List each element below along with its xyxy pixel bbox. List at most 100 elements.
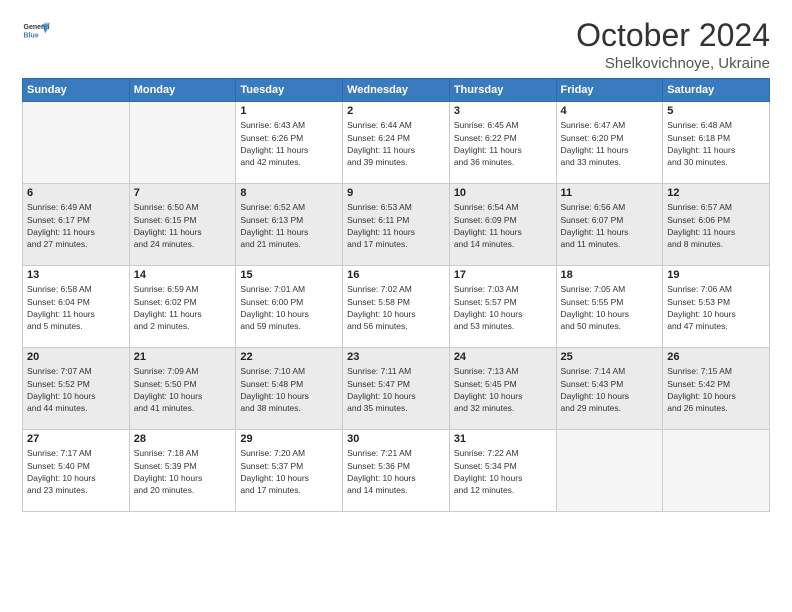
day-info: Sunrise: 6:54 AM Sunset: 6:09 PM Dayligh…	[454, 201, 552, 250]
calendar-cell: 17 Sunrise: 7:03 AM Sunset: 5:57 PM Dayli…	[449, 266, 556, 348]
calendar-cell: 16 Sunrise: 7:02 AM Sunset: 5:58 PM Dayli…	[343, 266, 450, 348]
calendar-cell: 23 Sunrise: 7:11 AM Sunset: 5:47 PM Dayli…	[343, 348, 450, 430]
day-info: Sunrise: 6:50 AM Sunset: 6:15 PM Dayligh…	[134, 201, 232, 250]
day-info: Sunrise: 7:09 AM Sunset: 5:50 PM Dayligh…	[134, 365, 232, 414]
day-number: 19	[667, 269, 765, 281]
day-info: Sunrise: 6:53 AM Sunset: 6:11 PM Dayligh…	[347, 201, 445, 250]
col-sunday: Sunday	[23, 79, 130, 102]
day-info: Sunrise: 6:57 AM Sunset: 6:06 PM Dayligh…	[667, 201, 765, 250]
calendar-cell: 14 Sunrise: 6:59 AM Sunset: 6:02 PM Dayli…	[129, 266, 236, 348]
calendar-cell: 13 Sunrise: 6:58 AM Sunset: 6:04 PM Dayli…	[23, 266, 130, 348]
page: General Blue October 2024 Shelkovichnoye…	[0, 0, 792, 612]
calendar-cell: 1Sunrise: 6:43 AM Sunset: 6:26 PM Daylig…	[236, 102, 343, 184]
day-number: 30	[347, 433, 445, 445]
day-number: 11	[561, 187, 659, 199]
calendar-cell: 7 Sunrise: 6:50 AM Sunset: 6:15 PM Daylig…	[129, 184, 236, 266]
day-number: 24	[454, 351, 552, 363]
day-info: Sunrise: 7:21 AM Sunset: 5:36 PM Dayligh…	[347, 447, 445, 496]
calendar-week-4: 27 Sunrise: 7:17 AM Sunset: 5:40 PM Dayli…	[23, 430, 770, 512]
day-number: 3	[454, 105, 552, 117]
calendar-week-0: 1Sunrise: 6:43 AM Sunset: 6:26 PM Daylig…	[23, 102, 770, 184]
calendar-cell: 15Sunrise: 7:01 AM Sunset: 6:00 PM Dayli…	[236, 266, 343, 348]
day-number: 10	[454, 187, 552, 199]
svg-text:Blue: Blue	[24, 32, 39, 39]
day-number: 28	[134, 433, 232, 445]
day-number: 5	[667, 105, 765, 117]
day-number: 31	[454, 433, 552, 445]
day-number: 27	[27, 433, 125, 445]
calendar-cell	[129, 102, 236, 184]
col-monday: Monday	[129, 79, 236, 102]
day-number: 25	[561, 351, 659, 363]
calendar-cell: 3 Sunrise: 6:45 AM Sunset: 6:22 PM Daylig…	[449, 102, 556, 184]
day-info: Sunrise: 7:20 AM Sunset: 5:37 PM Dayligh…	[240, 447, 338, 496]
calendar-cell: 26Sunrise: 7:15 AM Sunset: 5:42 PM Dayli…	[663, 348, 770, 430]
day-number: 22	[240, 351, 338, 363]
day-info: Sunrise: 7:11 AM Sunset: 5:47 PM Dayligh…	[347, 365, 445, 414]
day-number: 13	[27, 269, 125, 281]
day-info: Sunrise: 7:14 AM Sunset: 5:43 PM Dayligh…	[561, 365, 659, 414]
calendar-cell: 30 Sunrise: 7:21 AM Sunset: 5:36 PM Dayli…	[343, 430, 450, 512]
day-number: 4	[561, 105, 659, 117]
calendar-cell: 24 Sunrise: 7:13 AM Sunset: 5:45 PM Dayli…	[449, 348, 556, 430]
col-saturday: Saturday	[663, 79, 770, 102]
day-number: 29	[240, 433, 338, 445]
calendar-cell: 22Sunrise: 7:10 AM Sunset: 5:48 PM Dayli…	[236, 348, 343, 430]
day-info: Sunrise: 7:07 AM Sunset: 5:52 PM Dayligh…	[27, 365, 125, 414]
calendar-week-3: 20 Sunrise: 7:07 AM Sunset: 5:52 PM Dayli…	[23, 348, 770, 430]
calendar-cell: 27 Sunrise: 7:17 AM Sunset: 5:40 PM Dayli…	[23, 430, 130, 512]
day-info: Sunrise: 6:43 AM Sunset: 6:26 PM Dayligh…	[240, 119, 338, 168]
day-number: 18	[561, 269, 659, 281]
day-info: Sunrise: 6:45 AM Sunset: 6:22 PM Dayligh…	[454, 119, 552, 168]
header-row: Sunday Monday Tuesday Wednesday Thursday…	[23, 79, 770, 102]
day-info: Sunrise: 7:03 AM Sunset: 5:57 PM Dayligh…	[454, 283, 552, 332]
title-block: October 2024 Shelkovichnoye, Ukraine	[576, 18, 770, 72]
day-number: 14	[134, 269, 232, 281]
day-info: Sunrise: 7:06 AM Sunset: 5:53 PM Dayligh…	[667, 283, 765, 332]
day-number: 23	[347, 351, 445, 363]
col-friday: Friday	[556, 79, 663, 102]
day-info: Sunrise: 6:49 AM Sunset: 6:17 PM Dayligh…	[27, 201, 125, 250]
day-number: 8	[240, 187, 338, 199]
calendar-cell	[23, 102, 130, 184]
calendar-cell	[663, 430, 770, 512]
logo: General Blue	[22, 18, 50, 46]
day-info: Sunrise: 6:47 AM Sunset: 6:20 PM Dayligh…	[561, 119, 659, 168]
day-number: 16	[347, 269, 445, 281]
calendar-table: Sunday Monday Tuesday Wednesday Thursday…	[22, 78, 770, 512]
calendar-subtitle: Shelkovichnoye, Ukraine	[576, 55, 770, 72]
day-number: 17	[454, 269, 552, 281]
day-info: Sunrise: 7:15 AM Sunset: 5:42 PM Dayligh…	[667, 365, 765, 414]
day-number: 20	[27, 351, 125, 363]
calendar-cell	[556, 430, 663, 512]
calendar-week-2: 13 Sunrise: 6:58 AM Sunset: 6:04 PM Dayli…	[23, 266, 770, 348]
day-number: 6	[27, 187, 125, 199]
calendar-week-1: 6 Sunrise: 6:49 AM Sunset: 6:17 PM Daylig…	[23, 184, 770, 266]
day-number: 21	[134, 351, 232, 363]
col-tuesday: Tuesday	[236, 79, 343, 102]
col-wednesday: Wednesday	[343, 79, 450, 102]
calendar-cell: 21 Sunrise: 7:09 AM Sunset: 5:50 PM Dayli…	[129, 348, 236, 430]
calendar-cell: 31 Sunrise: 7:22 AM Sunset: 5:34 PM Dayli…	[449, 430, 556, 512]
day-info: Sunrise: 7:18 AM Sunset: 5:39 PM Dayligh…	[134, 447, 232, 496]
day-info: Sunrise: 7:02 AM Sunset: 5:58 PM Dayligh…	[347, 283, 445, 332]
day-info: Sunrise: 7:05 AM Sunset: 5:55 PM Dayligh…	[561, 283, 659, 332]
logo-icon: General Blue	[22, 18, 50, 46]
calendar-title: October 2024	[576, 18, 770, 53]
calendar-cell: 20 Sunrise: 7:07 AM Sunset: 5:52 PM Dayli…	[23, 348, 130, 430]
day-info: Sunrise: 6:58 AM Sunset: 6:04 PM Dayligh…	[27, 283, 125, 332]
calendar-cell: 9 Sunrise: 6:53 AM Sunset: 6:11 PM Daylig…	[343, 184, 450, 266]
calendar-cell: 29 Sunrise: 7:20 AM Sunset: 5:37 PM Dayli…	[236, 430, 343, 512]
calendar-cell: 28 Sunrise: 7:18 AM Sunset: 5:39 PM Dayli…	[129, 430, 236, 512]
day-info: Sunrise: 7:22 AM Sunset: 5:34 PM Dayligh…	[454, 447, 552, 496]
day-info: Sunrise: 7:13 AM Sunset: 5:45 PM Dayligh…	[454, 365, 552, 414]
day-number: 12	[667, 187, 765, 199]
col-thursday: Thursday	[449, 79, 556, 102]
calendar-cell: 4 Sunrise: 6:47 AM Sunset: 6:20 PM Daylig…	[556, 102, 663, 184]
day-number: 9	[347, 187, 445, 199]
header: General Blue October 2024 Shelkovichnoye…	[22, 18, 770, 72]
day-info: Sunrise: 6:59 AM Sunset: 6:02 PM Dayligh…	[134, 283, 232, 332]
day-info: Sunrise: 7:01 AM Sunset: 6:00 PM Dayligh…	[240, 283, 338, 332]
day-number: 7	[134, 187, 232, 199]
day-info: Sunrise: 7:17 AM Sunset: 5:40 PM Dayligh…	[27, 447, 125, 496]
